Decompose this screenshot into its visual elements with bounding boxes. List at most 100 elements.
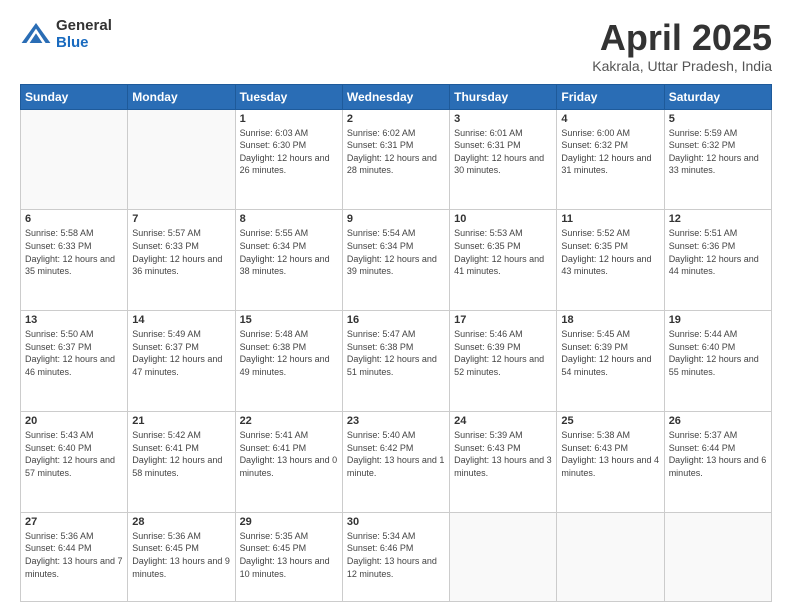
calendar-day-cell: 30 Sunrise: 5:34 AM Sunset: 6:46 PM Dayli… xyxy=(342,512,449,601)
calendar-week-row: 27 Sunrise: 5:36 AM Sunset: 6:44 PM Dayli… xyxy=(21,512,772,601)
calendar-day-cell: 19 Sunrise: 5:44 AM Sunset: 6:40 PM Dayli… xyxy=(664,311,771,412)
logo-blue: Blue xyxy=(56,35,112,52)
day-info: Sunrise: 5:36 AM Sunset: 6:45 PM Dayligh… xyxy=(132,530,230,580)
day-number: 27 xyxy=(25,516,123,528)
day-info: Sunrise: 5:52 AM Sunset: 6:35 PM Dayligh… xyxy=(561,227,659,277)
day-info: Sunrise: 6:01 AM Sunset: 6:31 PM Dayligh… xyxy=(454,127,552,177)
calendar-day-cell: 9 Sunrise: 5:54 AM Sunset: 6:34 PM Daylig… xyxy=(342,210,449,311)
day-number: 19 xyxy=(669,314,767,326)
calendar-day-cell: 3 Sunrise: 6:01 AM Sunset: 6:31 PM Daylig… xyxy=(450,109,557,210)
day-number: 21 xyxy=(132,415,230,427)
calendar-day-cell xyxy=(557,512,664,601)
calendar-table: SundayMondayTuesdayWednesdayThursdayFrid… xyxy=(20,84,772,602)
title-block: April 2025 Kakrala, Uttar Pradesh, India xyxy=(592,18,772,74)
day-info: Sunrise: 5:51 AM Sunset: 6:36 PM Dayligh… xyxy=(669,227,767,277)
day-number: 14 xyxy=(132,314,230,326)
calendar-day-cell: 14 Sunrise: 5:49 AM Sunset: 6:37 PM Dayli… xyxy=(128,311,235,412)
calendar-day-cell: 21 Sunrise: 5:42 AM Sunset: 6:41 PM Dayli… xyxy=(128,412,235,513)
calendar-day-cell: 24 Sunrise: 5:39 AM Sunset: 6:43 PM Dayli… xyxy=(450,412,557,513)
day-number: 28 xyxy=(132,516,230,528)
day-number: 23 xyxy=(347,415,445,427)
calendar-day-cell: 5Sunrise: 5:59 AM Sunset: 6:32 PM Daylig… xyxy=(664,109,771,210)
calendar-week-row: 1 Sunrise: 6:03 AM Sunset: 6:30 PM Daylig… xyxy=(21,109,772,210)
day-number: 8 xyxy=(240,213,338,225)
calendar-day-header: Wednesday xyxy=(342,84,449,109)
day-number: 18 xyxy=(561,314,659,326)
day-info: Sunrise: 5:57 AM Sunset: 6:33 PM Dayligh… xyxy=(132,227,230,277)
calendar-day-cell xyxy=(450,512,557,601)
header: General Blue April 2025 Kakrala, Uttar P… xyxy=(20,18,772,74)
day-number: 29 xyxy=(240,516,338,528)
calendar-day-cell: 15Sunrise: 5:48 AM Sunset: 6:38 PM Dayli… xyxy=(235,311,342,412)
day-info: Sunrise: 5:42 AM Sunset: 6:41 PM Dayligh… xyxy=(132,429,230,479)
day-info: Sunrise: 5:37 AM Sunset: 6:44 PM Dayligh… xyxy=(669,429,767,479)
calendar-day-cell: 16Sunrise: 5:47 AM Sunset: 6:38 PM Dayli… xyxy=(342,311,449,412)
calendar-week-row: 6 Sunrise: 5:58 AM Sunset: 6:33 PM Daylig… xyxy=(21,210,772,311)
day-number: 7 xyxy=(132,213,230,225)
day-info: Sunrise: 5:44 AM Sunset: 6:40 PM Dayligh… xyxy=(669,328,767,378)
calendar-day-cell xyxy=(21,109,128,210)
day-number: 24 xyxy=(454,415,552,427)
day-number: 2 xyxy=(347,113,445,125)
calendar-day-cell: 22Sunrise: 5:41 AM Sunset: 6:41 PM Dayli… xyxy=(235,412,342,513)
day-info: Sunrise: 5:45 AM Sunset: 6:39 PM Dayligh… xyxy=(561,328,659,378)
day-info: Sunrise: 6:03 AM Sunset: 6:30 PM Dayligh… xyxy=(240,127,338,177)
day-number: 6 xyxy=(25,213,123,225)
day-number: 9 xyxy=(347,213,445,225)
day-info: Sunrise: 5:54 AM Sunset: 6:34 PM Dayligh… xyxy=(347,227,445,277)
calendar-day-cell: 10 Sunrise: 5:53 AM Sunset: 6:35 PM Dayli… xyxy=(450,210,557,311)
calendar-day-cell: 18 Sunrise: 5:45 AM Sunset: 6:39 PM Dayli… xyxy=(557,311,664,412)
month-title: April 2025 xyxy=(592,18,772,58)
day-number: 11 xyxy=(561,213,659,225)
calendar-day-header: Saturday xyxy=(664,84,771,109)
day-info: Sunrise: 5:39 AM Sunset: 6:43 PM Dayligh… xyxy=(454,429,552,479)
day-number: 12 xyxy=(669,213,767,225)
day-info: Sunrise: 5:53 AM Sunset: 6:35 PM Dayligh… xyxy=(454,227,552,277)
day-info: Sunrise: 5:48 AM Sunset: 6:38 PM Dayligh… xyxy=(240,328,338,378)
day-info: Sunrise: 5:36 AM Sunset: 6:44 PM Dayligh… xyxy=(25,530,123,580)
calendar-week-row: 13 Sunrise: 5:50 AM Sunset: 6:37 PM Dayli… xyxy=(21,311,772,412)
day-info: Sunrise: 5:40 AM Sunset: 6:42 PM Dayligh… xyxy=(347,429,445,479)
day-info: Sunrise: 5:34 AM Sunset: 6:46 PM Dayligh… xyxy=(347,530,445,580)
calendar-day-header: Monday xyxy=(128,84,235,109)
calendar-day-cell: 26Sunrise: 5:37 AM Sunset: 6:44 PM Dayli… xyxy=(664,412,771,513)
day-info: Sunrise: 5:58 AM Sunset: 6:33 PM Dayligh… xyxy=(25,227,123,277)
logo: General Blue xyxy=(20,18,112,51)
calendar-day-cell: 23 Sunrise: 5:40 AM Sunset: 6:42 PM Dayli… xyxy=(342,412,449,513)
day-number: 25 xyxy=(561,415,659,427)
calendar-day-cell: 17Sunrise: 5:46 AM Sunset: 6:39 PM Dayli… xyxy=(450,311,557,412)
location-subtitle: Kakrala, Uttar Pradesh, India xyxy=(592,58,772,74)
day-info: Sunrise: 5:46 AM Sunset: 6:39 PM Dayligh… xyxy=(454,328,552,378)
day-info: Sunrise: 5:49 AM Sunset: 6:37 PM Dayligh… xyxy=(132,328,230,378)
calendar-day-cell: 27 Sunrise: 5:36 AM Sunset: 6:44 PM Dayli… xyxy=(21,512,128,601)
logo-icon xyxy=(20,19,52,51)
calendar-day-cell: 8Sunrise: 5:55 AM Sunset: 6:34 PM Daylig… xyxy=(235,210,342,311)
page: General Blue April 2025 Kakrala, Uttar P… xyxy=(0,0,792,612)
day-number: 22 xyxy=(240,415,338,427)
calendar-day-header: Tuesday xyxy=(235,84,342,109)
calendar-day-cell xyxy=(128,109,235,210)
logo-text: General Blue xyxy=(56,18,112,51)
calendar-day-cell: 20 Sunrise: 5:43 AM Sunset: 6:40 PM Dayli… xyxy=(21,412,128,513)
day-number: 13 xyxy=(25,314,123,326)
day-info: Sunrise: 5:43 AM Sunset: 6:40 PM Dayligh… xyxy=(25,429,123,479)
calendar-day-cell: 12 Sunrise: 5:51 AM Sunset: 6:36 PM Dayli… xyxy=(664,210,771,311)
day-info: Sunrise: 6:02 AM Sunset: 6:31 PM Dayligh… xyxy=(347,127,445,177)
day-info: Sunrise: 6:00 AM Sunset: 6:32 PM Dayligh… xyxy=(561,127,659,177)
day-number: 16 xyxy=(347,314,445,326)
calendar-header-row: SundayMondayTuesdayWednesdayThursdayFrid… xyxy=(21,84,772,109)
day-number: 1 xyxy=(240,113,338,125)
day-info: Sunrise: 5:50 AM Sunset: 6:37 PM Dayligh… xyxy=(25,328,123,378)
day-number: 30 xyxy=(347,516,445,528)
calendar-day-cell xyxy=(664,512,771,601)
calendar-day-cell: 13 Sunrise: 5:50 AM Sunset: 6:37 PM Dayli… xyxy=(21,311,128,412)
day-number: 10 xyxy=(454,213,552,225)
day-number: 5 xyxy=(669,113,767,125)
calendar-day-cell: 4Sunrise: 6:00 AM Sunset: 6:32 PM Daylig… xyxy=(557,109,664,210)
calendar-day-cell: 29Sunrise: 5:35 AM Sunset: 6:45 PM Dayli… xyxy=(235,512,342,601)
logo-general: General xyxy=(56,18,112,35)
day-number: 20 xyxy=(25,415,123,427)
calendar-day-header: Friday xyxy=(557,84,664,109)
calendar-day-cell: 1 Sunrise: 6:03 AM Sunset: 6:30 PM Daylig… xyxy=(235,109,342,210)
day-number: 3 xyxy=(454,113,552,125)
